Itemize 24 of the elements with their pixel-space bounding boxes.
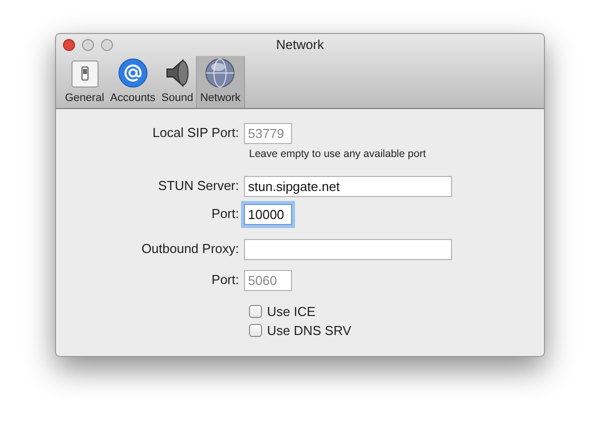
text-field[interactable]: 5060 — [244, 270, 292, 290]
field-label: Port: — [210, 205, 240, 224]
field-label: Outbound Proxy: — [140, 240, 240, 258]
checkbox[interactable]: Use DNS SRV — [249, 320, 352, 340]
field-label: Local SIP Port: — [152, 124, 240, 142]
toggle-switch-icon — [70, 60, 99, 88]
hint-text: Leave empty to use any available port — [249, 147, 426, 162]
text-field[interactable]: 53779 — [244, 122, 292, 144]
at-sign-icon — [118, 58, 148, 88]
text-field[interactable]: 10000 — [244, 204, 292, 224]
text-field[interactable]: stun.sipgate.net — [244, 176, 452, 196]
window-title: Network — [276, 36, 324, 54]
zoom-button[interactable] — [101, 39, 113, 51]
globe-icon — [205, 58, 236, 88]
field-label: STUN Server: — [157, 177, 240, 196]
checkbox[interactable]: Use ICE — [249, 302, 316, 322]
minimize-button[interactable] — [82, 39, 94, 51]
field-label: Port: — [210, 271, 240, 290]
toolbar-tab[interactable]: General — [62, 56, 108, 108]
toolbar-tab[interactable]: Sound — [158, 56, 196, 108]
toolbar-tab[interactable]: Accounts — [107, 56, 158, 108]
toolbar-tab[interactable]: Network — [196, 56, 245, 108]
close-button[interactable] — [63, 39, 75, 51]
text-field[interactable] — [244, 238, 452, 260]
